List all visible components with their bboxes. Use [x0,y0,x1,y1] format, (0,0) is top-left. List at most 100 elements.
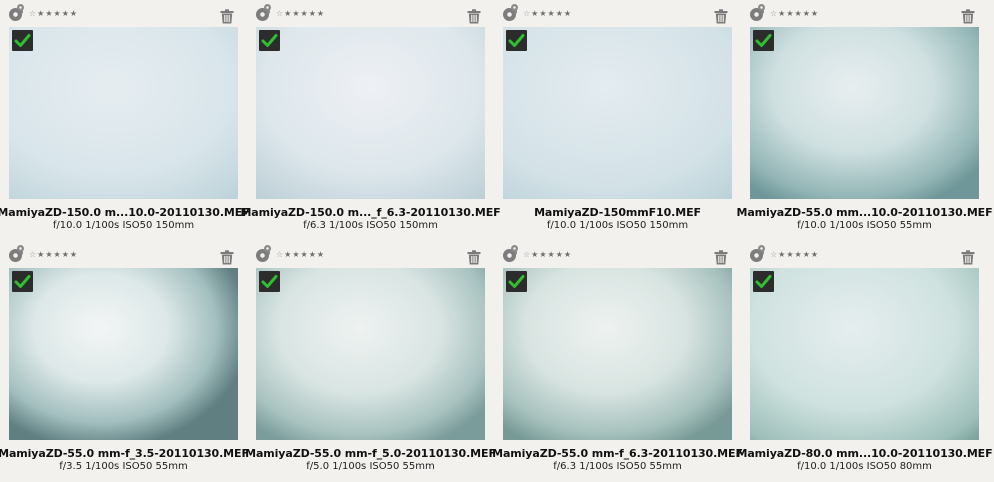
gear-icon[interactable] [503,245,518,262]
selected-checkbox[interactable] [12,30,33,51]
thumbnail-toolbar: ☆★★★★★ [741,241,988,268]
rating-star-icon[interactable]: ★ [803,9,811,18]
trash-icon[interactable] [220,9,234,24]
rating-star-icon[interactable]: ★ [309,250,317,259]
exposure-info: f/10.0 1/100s ISO50 150mm [546,220,689,231]
selected-checkbox[interactable] [259,271,280,292]
rating-star-icon[interactable]: ★ [548,250,556,259]
rating-star-icon[interactable]: ★ [556,250,564,259]
reject-star-icon[interactable]: ☆ [770,9,778,18]
gear-icon[interactable] [256,4,271,21]
rating-star-icon[interactable]: ★ [62,9,70,18]
rating-star-icon[interactable]: ★ [292,250,300,259]
rating-star-icon[interactable]: ★ [317,9,325,18]
rating-star-icon[interactable]: ★ [803,250,811,259]
selected-checkbox[interactable] [753,30,774,51]
gear-icon[interactable] [503,4,518,21]
gear-icon[interactable] [9,245,24,262]
rating-star-icon[interactable]: ★ [70,250,78,259]
rating-star-icon[interactable]: ★ [795,250,803,259]
selected-checkbox[interactable] [12,271,33,292]
rating-star-icon[interactable]: ★ [301,250,309,259]
image-thumbnail-card[interactable]: ☆★★★★★ MamiyaZD-55.0 mm-f_6.3-20110130.M [492,241,743,482]
gear-icon[interactable] [256,245,271,262]
rating-star-icon[interactable]: ★ [539,9,547,18]
selected-checkbox[interactable] [506,30,527,51]
rating-star-icon[interactable]: ★ [795,9,803,18]
rating-star-icon[interactable]: ★ [811,9,819,18]
reject-star-icon[interactable]: ☆ [523,9,531,18]
image-thumbnail-card[interactable]: ☆★★★★★ MamiyaZD-150.0 m...10.0-20110130. [0,0,250,241]
reject-star-icon[interactable]: ☆ [276,9,284,18]
star-rating[interactable]: ☆★★★★★ [770,9,819,19]
rating-star-icon[interactable]: ★ [301,9,309,18]
checkmark-icon [261,275,278,288]
selected-checkbox[interactable] [506,271,527,292]
rating-star-icon[interactable]: ★ [564,250,572,259]
rating-star-icon[interactable]: ★ [556,9,564,18]
gear-icon[interactable] [9,4,24,21]
star-rating[interactable]: ☆★★★★★ [29,250,78,260]
image-thumbnail-card[interactable]: ☆★★★★★ MamiyaZD-55.0 mm-f_5.0-20110130.M [245,241,496,482]
checkmark-icon [755,275,772,288]
checkmark-icon [508,34,525,47]
rating-star-icon[interactable]: ★ [548,9,556,18]
thumbnail-grid: ☆★★★★★ MamiyaZD-150.0 m...10.0-20110130. [0,0,994,482]
image-thumbnail-card[interactable]: ☆★★★★★ MamiyaZD-150mmF10.MEF f/10.0 1/10… [494,0,741,241]
trash-icon[interactable] [220,250,234,265]
image-thumbnail-card[interactable]: ☆★★★★★ MamiyaZD-55.0 mm-f_3.5-20110130.M [0,241,249,482]
thumbnail-toolbar: ☆★★★★★ [247,0,494,27]
trash-icon[interactable] [467,9,481,24]
reject-star-icon[interactable]: ☆ [29,9,37,18]
rating-star-icon[interactable]: ★ [309,9,317,18]
exposure-info: f/10.0 1/100s ISO50 150mm [52,220,195,231]
rating-star-icon[interactable]: ★ [62,250,70,259]
star-rating[interactable]: ☆★★★★★ [523,250,572,260]
selected-checkbox[interactable] [259,30,280,51]
reject-star-icon[interactable]: ☆ [770,250,778,259]
star-rating[interactable]: ☆★★★★★ [523,9,572,19]
trash-icon[interactable] [961,250,975,265]
trash-icon[interactable] [467,250,481,265]
image-preview[interactable] [256,268,485,440]
image-thumbnail-card[interactable]: ☆★★★★★ MamiyaZD-80.0 mm...10.0-20110130. [737,241,993,482]
thumbnail-toolbar: ☆★★★★★ [741,0,988,27]
gear-icon[interactable] [750,4,765,21]
rating-star-icon[interactable]: ★ [54,9,62,18]
reject-star-icon[interactable]: ☆ [276,250,284,259]
trash-icon[interactable] [961,9,975,24]
rating-star-icon[interactable]: ★ [317,250,325,259]
image-preview[interactable] [503,268,732,440]
image-preview[interactable] [256,27,485,199]
image-preview[interactable] [750,268,979,440]
rating-star-icon[interactable]: ★ [786,250,794,259]
star-rating[interactable]: ☆★★★★★ [770,250,819,260]
selected-checkbox[interactable] [753,271,774,292]
trash-icon[interactable] [714,9,728,24]
image-preview[interactable] [9,268,238,440]
rating-star-icon[interactable]: ★ [45,9,53,18]
thumbnail-toolbar: ☆★★★★★ [494,0,741,27]
rating-star-icon[interactable]: ★ [292,9,300,18]
star-rating[interactable]: ☆★★★★★ [29,9,78,19]
rating-star-icon[interactable]: ★ [811,250,819,259]
image-preview[interactable] [9,27,238,199]
exposure-info: f/3.5 1/100s ISO50 55mm [59,461,188,472]
rating-star-icon[interactable]: ★ [564,9,572,18]
trash-icon[interactable] [714,250,728,265]
image-thumbnail-card[interactable]: ☆★★★★★ MamiyaZD-55.0 mm...10.0-20110130. [737,0,993,241]
star-rating[interactable]: ☆★★★★★ [276,250,325,260]
reject-star-icon[interactable]: ☆ [523,250,531,259]
gear-icon[interactable] [750,245,765,262]
rating-star-icon[interactable]: ★ [786,9,794,18]
star-rating[interactable]: ☆★★★★★ [276,9,325,19]
image-preview[interactable] [503,27,732,199]
reject-star-icon[interactable]: ☆ [29,250,37,259]
rating-star-icon[interactable]: ★ [539,250,547,259]
rating-star-icon[interactable]: ★ [54,250,62,259]
image-filename: MamiyaZD-55.0 mm-f_3.5-20110130.MEF [0,447,249,460]
image-preview[interactable] [750,27,979,199]
rating-star-icon[interactable]: ★ [45,250,53,259]
image-thumbnail-card[interactable]: ☆★★★★★ MamiyaZD-150.0 m..._f_6.3-2011013 [240,0,501,241]
rating-star-icon[interactable]: ★ [70,9,78,18]
